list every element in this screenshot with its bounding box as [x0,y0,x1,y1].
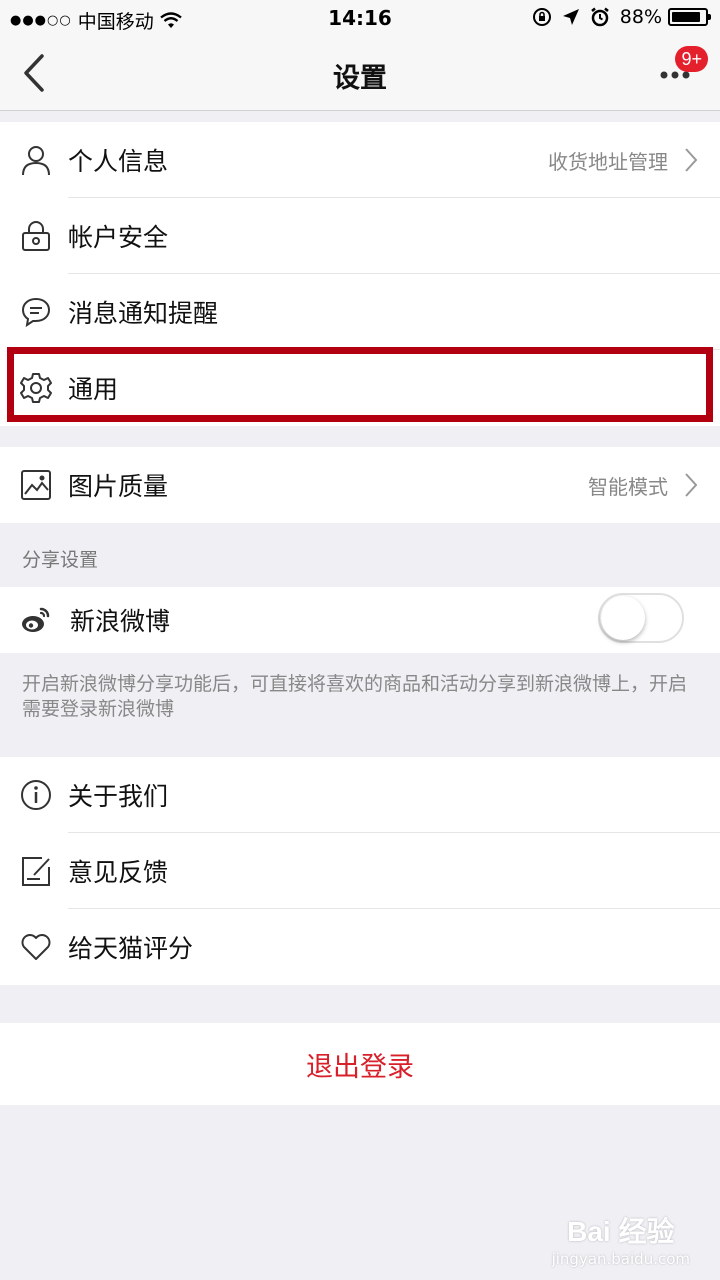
row-label: 通用 [68,375,119,404]
chevron-right-icon [684,147,698,173]
settings-group-account: 个人信息 收货地址管理 帐户安全 消息通知提醒 通用 [0,122,720,426]
settings-group-share: 新浪微博 [0,587,720,653]
toggle-knob [601,596,645,640]
feedback-icon [20,855,52,887]
row-label: 帐户安全 [68,223,169,252]
row-message-notifications[interactable]: 消息通知提醒 [0,274,720,350]
lock-icon [20,220,52,252]
gear-icon [20,372,52,404]
info-icon [20,779,52,811]
row-personal-info[interactable]: 个人信息 收货地址管理 [0,122,720,198]
share-note: 开启新浪微博分享功能后，可直接将喜欢的商品和活动分享到新浪微博上，开启需要登录新… [22,673,688,720]
heart-icon [20,931,52,963]
battery-fill [672,12,700,22]
settings-group-about: 关于我们 意见反馈 给天猫评分 [0,757,720,985]
image-icon [20,469,52,501]
weibo-share-toggle[interactable] [598,593,684,643]
row-account-security[interactable]: 帐户安全 [0,198,720,274]
row-rate-tmall[interactable]: 给天猫评分 [0,909,720,985]
row-label: 意见反馈 [68,858,169,887]
row-value: 智能模式 [588,474,668,499]
section-header-share: 分享设置 [22,549,99,571]
weibo-icon [20,604,52,636]
status-bar: ●●●○○ 中国移动 14:16 88% [0,0,720,36]
message-icon [20,296,52,328]
row-label: 消息通知提醒 [68,299,219,328]
logout-button[interactable]: 退出登录 [0,1023,720,1105]
watermark-main: Bai 经验 [567,1216,675,1247]
row-weibo: 新浪微博 [0,587,720,653]
notification-badge: 9+ [675,46,708,72]
row-label: 个人信息 [68,147,169,176]
row-general[interactable]: 通用 [0,350,720,426]
row-feedback[interactable]: 意见反馈 [0,833,720,909]
nav-bar: 设置 9+ [0,36,720,111]
status-right: 88% [522,6,711,28]
more-button[interactable]: 9+ [658,46,708,90]
chevron-right-icon [684,472,698,498]
person-icon [20,144,52,176]
logout-label: 退出登录 [306,1051,414,1083]
page-title: 设置 [333,63,387,94]
battery-icon [668,8,711,26]
row-label: 给天猫评分 [68,934,194,963]
location-icon [562,8,580,26]
address-management-link[interactable]: 收货地址管理 [548,146,668,175]
row-label: 关于我们 [68,782,169,811]
watermark-url: jingyan.baidu.com [551,1250,690,1268]
row-about-us[interactable]: 关于我们 [0,757,720,833]
baidu-watermark: Bai 经验 jingyan.baidu.com [552,1210,690,1268]
row-label: 新浪微博 [70,607,171,636]
rotation-lock-icon [532,7,552,27]
settings-group-image-quality: 图片质量 智能模式 [0,447,720,523]
alarm-icon [590,7,610,27]
row-image-quality[interactable]: 图片质量 智能模式 [0,447,720,523]
battery-percent: 88% [619,6,662,28]
row-label: 图片质量 [68,472,169,501]
